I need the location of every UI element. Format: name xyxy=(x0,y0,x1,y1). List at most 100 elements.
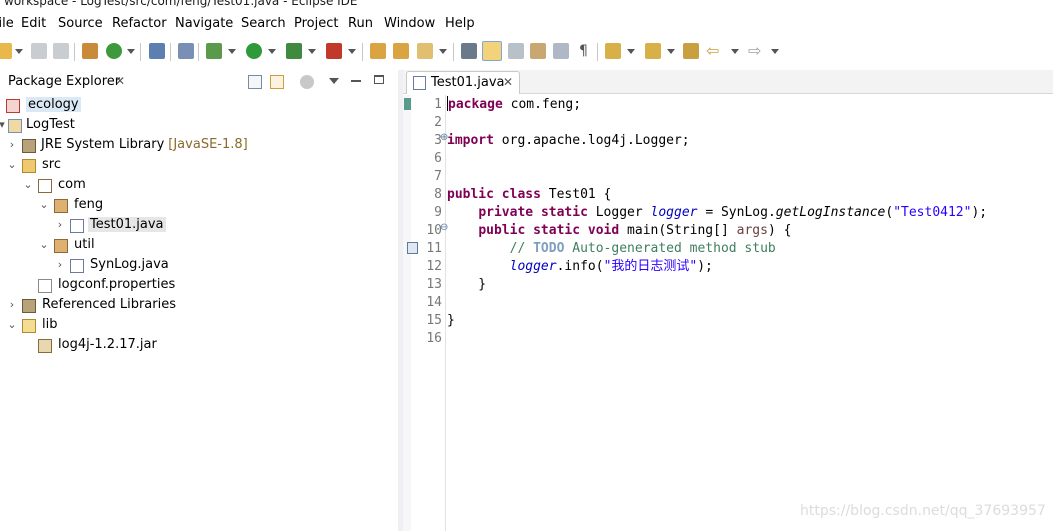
focus-on-task-icon[interactable] xyxy=(300,75,314,89)
tree-item-feng[interactable]: ⌄ feng xyxy=(0,197,390,215)
expand-arrow-icon[interactable]: › xyxy=(54,218,66,231)
new-dropdown-arrow[interactable] xyxy=(15,49,23,54)
tree-item-test01-java[interactable]: › Test01.java xyxy=(0,217,390,235)
menu-help[interactable]: Help xyxy=(445,16,475,31)
menu-project[interactable]: Project xyxy=(294,16,338,31)
code-line-12: logger.info("我的日志测试"); xyxy=(509,259,713,274)
library-icon xyxy=(22,139,36,153)
collapse-arrow-icon[interactable]: ⌄ xyxy=(38,198,50,211)
coverage-icon[interactable] xyxy=(286,43,302,59)
vertical-ruler[interactable] xyxy=(403,95,416,531)
tab-test01-java[interactable]: Test01.java ✕ xyxy=(406,71,520,94)
line-number: 15 xyxy=(426,313,442,328)
menu-edit[interactable]: Edit xyxy=(21,16,46,31)
tree-item-util[interactable]: ⌄ util xyxy=(0,237,390,255)
last-edit-location-icon[interactable] xyxy=(683,43,699,59)
tree-item-com[interactable]: ⌄ com xyxy=(0,177,390,195)
open-task-icon[interactable] xyxy=(393,43,409,59)
menu-refactor[interactable]: Refactor xyxy=(112,16,167,31)
line-number-gutter[interactable]: 1 2 3 ⊕ 6 7 8 9 10 ⊖ 11 12 13 14 15 16 xyxy=(407,95,448,531)
tree-item-label: JRE System Library [JavaSE-1.8] xyxy=(41,137,248,152)
close-icon[interactable]: ✕ xyxy=(115,74,125,88)
back-icon[interactable]: ⇦ xyxy=(706,41,719,60)
new-class-icon[interactable] xyxy=(106,43,122,59)
show-whitespace-icon[interactable] xyxy=(530,43,546,59)
link-with-editor-icon[interactable] xyxy=(270,75,284,89)
open-type-icon[interactable] xyxy=(370,43,386,59)
debug-icon[interactable] xyxy=(206,43,222,59)
line-number: 1 xyxy=(434,97,442,112)
expand-arrow-icon[interactable]: › xyxy=(6,138,18,151)
back-dropdown-arrow[interactable] xyxy=(731,49,739,54)
collapse-arrow-icon[interactable]: ⌄ xyxy=(6,158,18,171)
external-tools-icon[interactable] xyxy=(326,43,342,59)
menu-file[interactable]: File xyxy=(0,16,14,31)
toggle-breakpoint-icon[interactable] xyxy=(178,43,194,59)
package-icon xyxy=(54,239,68,253)
expand-arrow-icon[interactable]: › xyxy=(54,258,66,271)
collapse-arrow-icon[interactable]: ⌄ xyxy=(22,178,34,191)
tree-item-log4j-jar[interactable]: log4j-1.2.17.jar xyxy=(0,337,390,355)
menu-source[interactable]: Source xyxy=(58,16,103,31)
code-line-1: package com.feng; xyxy=(447,96,582,112)
pilcrow-icon[interactable]: ¶ xyxy=(579,43,588,59)
toggle-mark-occurrences-icon[interactable] xyxy=(461,43,477,59)
menu-window[interactable]: Window xyxy=(384,16,435,31)
new-java-package-icon[interactable] xyxy=(82,43,98,59)
toggle-block-selection-icon[interactable] xyxy=(508,43,524,59)
jre-version-decoration: [JavaSE-1.8] xyxy=(168,137,248,152)
menu-search[interactable]: Search xyxy=(241,16,286,31)
run-icon[interactable] xyxy=(246,43,262,59)
previous-annotation-icon[interactable] xyxy=(645,43,661,59)
debug-dropdown-arrow[interactable] xyxy=(228,49,236,54)
new-icon[interactable] xyxy=(0,43,12,59)
tree-item-lib[interactable]: ⌄ lib xyxy=(0,317,390,335)
menu-run[interactable]: Run xyxy=(348,16,373,31)
tree-item-logconf-properties[interactable]: logconf.properties xyxy=(0,277,390,295)
next-annotation-icon[interactable] xyxy=(605,43,621,59)
view-menu-icon[interactable] xyxy=(329,78,339,84)
minimize-icon[interactable] xyxy=(351,80,361,82)
close-icon[interactable]: ✕ xyxy=(503,75,513,89)
tab-package-explorer[interactable]: Package Explorer xyxy=(0,70,125,94)
tree-item-synlog-java[interactable]: › SynLog.java xyxy=(0,257,390,275)
external-tools-dropdown-arrow[interactable] xyxy=(348,49,356,54)
editor-tab-label: Test01.java xyxy=(431,75,505,90)
line-number: 13 xyxy=(426,277,442,292)
tree-item-ecology[interactable]: ecology xyxy=(0,97,390,115)
forward-icon[interactable]: ⇨ xyxy=(748,41,761,60)
search-icon[interactable] xyxy=(417,43,433,59)
main-toolbar: ¶ ⇦ ⇨ xyxy=(0,38,1053,66)
tree-item-src[interactable]: ⌄ src xyxy=(0,157,390,175)
collapse-arrow-icon[interactable]: ▾ xyxy=(0,118,8,131)
tree-item-label: src xyxy=(42,157,61,172)
line-number: 16 xyxy=(426,331,442,346)
previous-annotation-dropdown-arrow[interactable] xyxy=(667,49,675,54)
properties-file-icon xyxy=(38,279,52,293)
package-explorer-tabbar: Package Explorer ✕ xyxy=(0,70,398,94)
coverage-dropdown-arrow[interactable] xyxy=(308,49,316,54)
next-annotation-dropdown-arrow[interactable] xyxy=(627,49,635,54)
code-area[interactable]: package com.feng; import org.apache.log4… xyxy=(447,95,1053,531)
menu-navigate[interactable]: Navigate xyxy=(175,16,233,31)
search-dropdown-arrow[interactable] xyxy=(439,49,447,54)
maximize-icon[interactable] xyxy=(374,75,384,84)
line-number: 2 xyxy=(434,115,442,130)
tree-item-jre-system-library[interactable]: › JRE System Library [JavaSE-1.8] xyxy=(0,137,390,155)
tree-item-referenced-libraries[interactable]: › Referenced Libraries xyxy=(0,297,390,315)
expand-arrow-icon[interactable]: › xyxy=(6,298,18,311)
highlight-icon[interactable] xyxy=(482,41,502,61)
new-class-dropdown-arrow[interactable] xyxy=(127,49,135,54)
tree-item-logtest[interactable]: ▾ LogTest xyxy=(0,117,390,135)
collapse-arrow-icon[interactable]: ⌄ xyxy=(6,318,18,331)
open-console-icon[interactable] xyxy=(149,43,165,59)
collapse-all-icon[interactable] xyxy=(248,75,262,89)
code-line-3: import org.apache.log4j.Logger; xyxy=(447,133,690,148)
editor-view-icon[interactable] xyxy=(553,43,569,59)
save-icon[interactable] xyxy=(31,43,47,59)
forward-dropdown-arrow[interactable] xyxy=(771,49,779,54)
collapse-arrow-icon[interactable]: ⌄ xyxy=(38,238,50,251)
code-line-15: } xyxy=(447,313,455,328)
save-all-icon[interactable] xyxy=(53,43,69,59)
run-dropdown-arrow[interactable] xyxy=(268,49,276,54)
